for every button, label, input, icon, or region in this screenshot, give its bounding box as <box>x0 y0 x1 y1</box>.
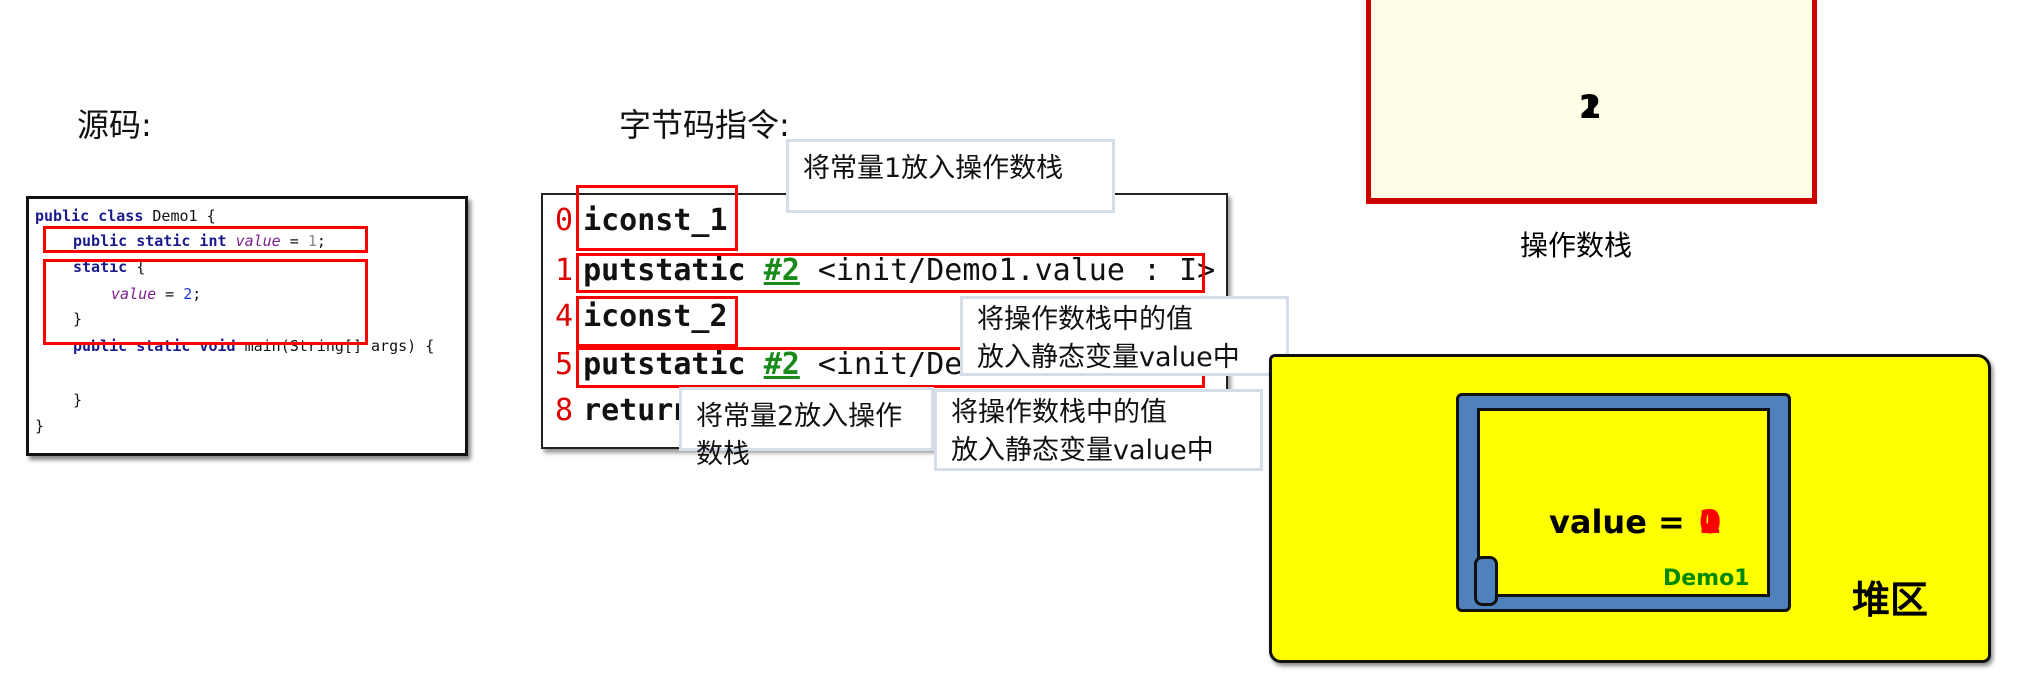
class-name: Demo1 <box>1663 566 1750 591</box>
source-code-panel: public class Demo1 { public static int v… <box>26 196 468 456</box>
stack-value: 2 <box>1579 88 1602 126</box>
field-label: value = <box>1549 503 1685 541</box>
info-icon <box>1474 556 1498 606</box>
callout-iconst-2: 将常量2放入操作数栈 <box>679 387 934 470</box>
callout-iconst-1: 将常量1放入操作数栈 <box>786 139 1115 213</box>
field-value: 2 <box>1699 503 1722 541</box>
code-line: public class Demo1 { <box>35 207 216 225</box>
highlight-static-block <box>43 259 368 345</box>
highlight-putstatic-1 <box>576 253 1205 293</box>
source-title: 源码: <box>77 106 152 144</box>
highlight-field-decl <box>43 226 368 253</box>
bytecode-title: 字节码指令: <box>619 106 790 144</box>
highlight-iconst-1 <box>576 185 738 251</box>
callout-putstatic-1: 将操作数栈中的值 放入静态变量value中 <box>960 296 1289 376</box>
demo1-class-object: value = 0 1 2 Demo1 <box>1456 393 1791 612</box>
operand-stack: 1 2 <box>1366 0 1817 204</box>
callout-putstatic-5: 将操作数栈中的值 放入静态变量value中 <box>934 389 1263 471</box>
code-line: } <box>73 391 83 409</box>
operand-stack-label: 操作数栈 <box>1520 229 1633 262</box>
instruction: 8 return <box>555 393 692 428</box>
code-line: } <box>35 417 45 435</box>
heap-label: 堆区 <box>1852 578 1929 622</box>
highlight-iconst-2 <box>576 296 738 347</box>
